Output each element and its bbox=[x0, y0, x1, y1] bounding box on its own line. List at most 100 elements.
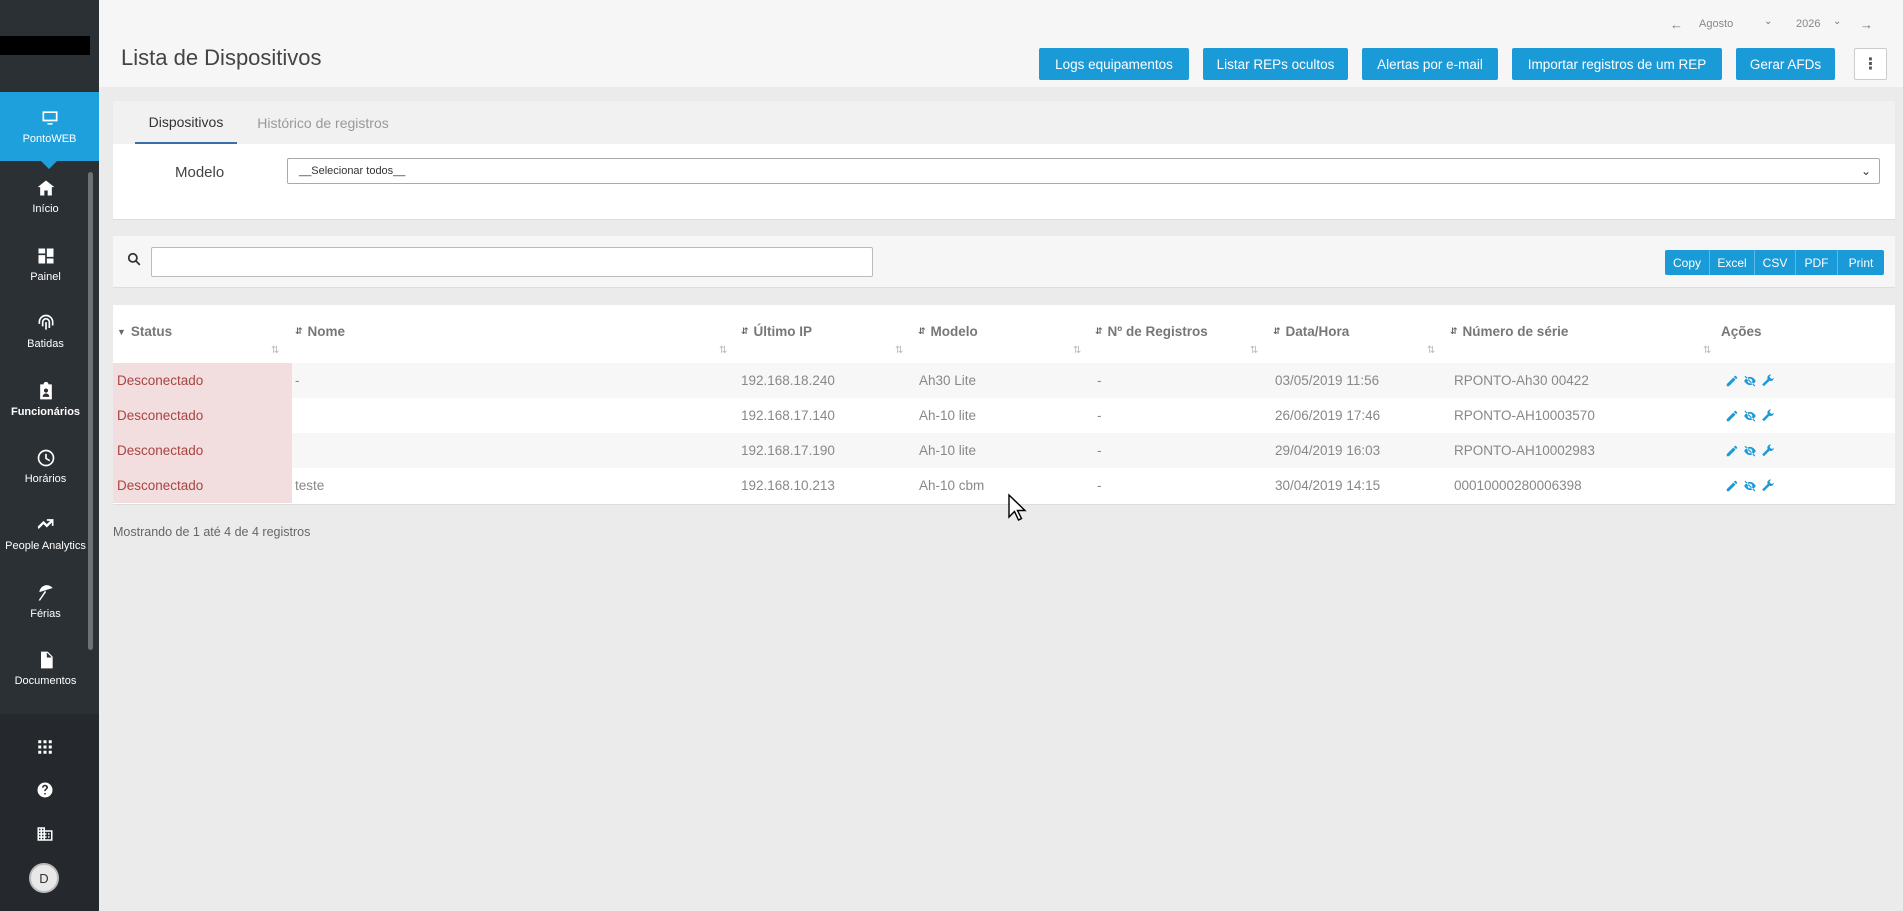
hide-eye-icon[interactable] bbox=[1743, 374, 1757, 388]
registros-cell: - bbox=[1097, 408, 1102, 423]
hide-eye-icon[interactable] bbox=[1743, 409, 1757, 423]
wrench-icon[interactable] bbox=[1761, 444, 1775, 458]
sidebar-item-horarios[interactable]: Horários bbox=[0, 436, 91, 496]
nome-cell: - bbox=[295, 373, 300, 388]
registros-cell: - bbox=[1097, 443, 1102, 458]
sidebar-item-label: Funcionários bbox=[10, 405, 81, 418]
modelo-cell: Ah30 Lite bbox=[919, 373, 977, 388]
hide-eye-icon[interactable] bbox=[1743, 479, 1757, 493]
next-month-arrow-icon[interactable]: → bbox=[1860, 17, 1873, 32]
column-header-modelo[interactable]: ⇵ Modelo bbox=[918, 324, 978, 339]
chevron-down-icon[interactable]: ⌄ bbox=[1833, 16, 1841, 27]
table-row[interactable]: Desconectado - 192.168.18.240 Ah30 Lite … bbox=[113, 363, 1895, 398]
nome-cell: teste bbox=[295, 478, 325, 493]
ip-cell: 192.168.17.140 bbox=[741, 408, 835, 423]
modelo-cell: Ah-10 lite bbox=[919, 443, 977, 458]
sort-icon: ⇵ bbox=[1095, 326, 1103, 336]
logs-equipamentos-button[interactable]: Logs equipamentos bbox=[1039, 48, 1189, 80]
beach-umbrella-icon bbox=[38, 584, 53, 600]
wrench-icon[interactable] bbox=[1761, 479, 1775, 493]
prev-month-arrow-icon[interactable]: ← bbox=[1670, 17, 1683, 32]
monitor-icon bbox=[42, 111, 57, 125]
column-header-status[interactable]: ▼ Status bbox=[117, 324, 172, 339]
table-info: Mostrando de 1 até 4 de 4 registros bbox=[113, 525, 311, 539]
chevron-down-icon[interactable]: ⌄ bbox=[1764, 16, 1772, 27]
sidebar-item-label: Documentos bbox=[14, 674, 77, 687]
modelo-cell: Ah-10 cbm bbox=[919, 478, 985, 493]
sort-icon: ⇵ bbox=[1273, 326, 1281, 336]
column-header-numero-serie[interactable]: ⇵ Número de série bbox=[1450, 324, 1568, 339]
column-header-data-hora[interactable]: ⇵ Data/Hora bbox=[1273, 324, 1349, 339]
avatar[interactable]: D bbox=[29, 863, 59, 893]
sidebar-item-pontoweb[interactable]: PontoWEB bbox=[0, 92, 99, 169]
sidebar-item-batidas[interactable]: Batidas bbox=[0, 301, 91, 361]
table-row[interactable]: Desconectado teste 192.168.10.213 Ah-10 … bbox=[113, 468, 1895, 503]
serie-cell: RPONTO-AH10003570 bbox=[1454, 408, 1595, 423]
wrench-icon[interactable] bbox=[1761, 374, 1775, 388]
apps-grid-icon[interactable] bbox=[35, 737, 55, 757]
sidebar-item-funcionarios[interactable]: Funcionários bbox=[0, 369, 91, 429]
sidebar-item-label: Férias bbox=[30, 607, 61, 620]
sidebar-item-ferias[interactable]: Férias bbox=[0, 571, 91, 631]
edit-pencil-icon[interactable] bbox=[1725, 409, 1739, 423]
help-icon[interactable] bbox=[35, 780, 55, 800]
copy-button[interactable]: Copy bbox=[1665, 250, 1710, 275]
company-building-icon[interactable] bbox=[35, 824, 55, 844]
edit-pencil-icon[interactable] bbox=[1725, 479, 1739, 493]
sidebar-item-label: PontoWEB bbox=[22, 133, 77, 145]
gerar-afds-button[interactable]: Gerar AFDs bbox=[1736, 48, 1835, 80]
alertas-email-button[interactable]: Alertas por e-mail bbox=[1362, 48, 1498, 80]
hide-eye-icon[interactable] bbox=[1743, 444, 1757, 458]
status-cell: Desconectado bbox=[113, 433, 292, 468]
modelo-select[interactable]: __Selecionar todos__ ⌄ bbox=[287, 158, 1880, 184]
column-header-ultimo-ip[interactable]: ⇵ Último IP bbox=[741, 324, 812, 339]
chevron-down-icon: ⌄ bbox=[1860, 164, 1871, 178]
sort-desc-icon: ▼ bbox=[117, 326, 126, 337]
clipboard-user-icon bbox=[39, 381, 52, 399]
sidebar-item-label: Painel bbox=[30, 270, 61, 283]
sort-icon: ⇵ bbox=[918, 326, 926, 336]
csv-button[interactable]: CSV bbox=[1755, 250, 1796, 275]
data-hora-cell: 29/04/2019 16:03 bbox=[1275, 443, 1381, 458]
sidebar-item-documentos[interactable]: Documentos bbox=[0, 638, 91, 698]
modelo-cell: Ah-10 lite bbox=[919, 408, 977, 423]
sort-hint-icon: ⇅ bbox=[1073, 345, 1082, 356]
sort-hint-icon: ⇅ bbox=[1427, 345, 1436, 356]
registros-cell: - bbox=[1097, 373, 1102, 388]
print-button[interactable]: Print bbox=[1838, 250, 1884, 275]
excel-button[interactable]: Excel bbox=[1710, 250, 1755, 275]
edit-pencil-icon[interactable] bbox=[1725, 374, 1739, 388]
serie-cell: RPONTO-Ah30 00422 bbox=[1454, 373, 1589, 388]
sidebar-item-painel[interactable]: Painel bbox=[0, 234, 91, 294]
home-icon bbox=[37, 180, 54, 195]
sidebar-item-inicio[interactable]: Início bbox=[0, 166, 91, 226]
importar-registros-button[interactable]: Importar registros de um REP bbox=[1512, 48, 1722, 80]
table-row[interactable]: Desconectado 192.168.17.140 Ah-10 lite -… bbox=[113, 398, 1895, 433]
sidebar-scrollbar[interactable] bbox=[88, 172, 93, 650]
tab-dispositivos[interactable]: Dispositivos bbox=[135, 101, 237, 144]
tab-historico-registros[interactable]: Histórico de registros bbox=[249, 101, 397, 144]
trending-up-icon bbox=[37, 518, 53, 529]
edit-pencil-icon[interactable] bbox=[1725, 444, 1739, 458]
ip-cell: 192.168.18.240 bbox=[741, 373, 835, 388]
column-header-num-registros[interactable]: ⇵ Nº de Registros bbox=[1095, 324, 1208, 339]
sidebar-item-people-analytics[interactable]: People Analytics bbox=[0, 503, 91, 563]
search-icon bbox=[127, 252, 141, 266]
data-hora-cell: 03/05/2019 11:56 bbox=[1275, 373, 1380, 388]
column-header-nome[interactable]: ⇵ Nome bbox=[295, 324, 345, 339]
sort-hint-icon: ⇅ bbox=[719, 345, 728, 356]
dashboard-icon bbox=[38, 248, 53, 263]
filter-panel: Modelo __Selecionar todos__ ⌄ bbox=[113, 144, 1895, 220]
wrench-icon[interactable] bbox=[1761, 409, 1775, 423]
kebab-menu-icon[interactable]: ⋮ bbox=[1854, 48, 1887, 80]
year-select[interactable]: 2026 bbox=[1796, 18, 1820, 30]
table-row[interactable]: Desconectado 192.168.17.190 Ah-10 lite -… bbox=[113, 433, 1895, 468]
serie-cell: 00010000280006398 bbox=[1454, 478, 1582, 493]
actions-cell bbox=[1725, 433, 1775, 468]
month-select[interactable]: Agosto bbox=[1699, 18, 1733, 30]
pdf-button[interactable]: PDF bbox=[1796, 250, 1838, 275]
registros-cell: - bbox=[1097, 478, 1102, 493]
search-input[interactable] bbox=[151, 247, 873, 277]
listar-reps-ocultos-button[interactable]: Listar REPs ocultos bbox=[1203, 48, 1348, 80]
mouse-cursor-icon bbox=[1008, 493, 1027, 521]
